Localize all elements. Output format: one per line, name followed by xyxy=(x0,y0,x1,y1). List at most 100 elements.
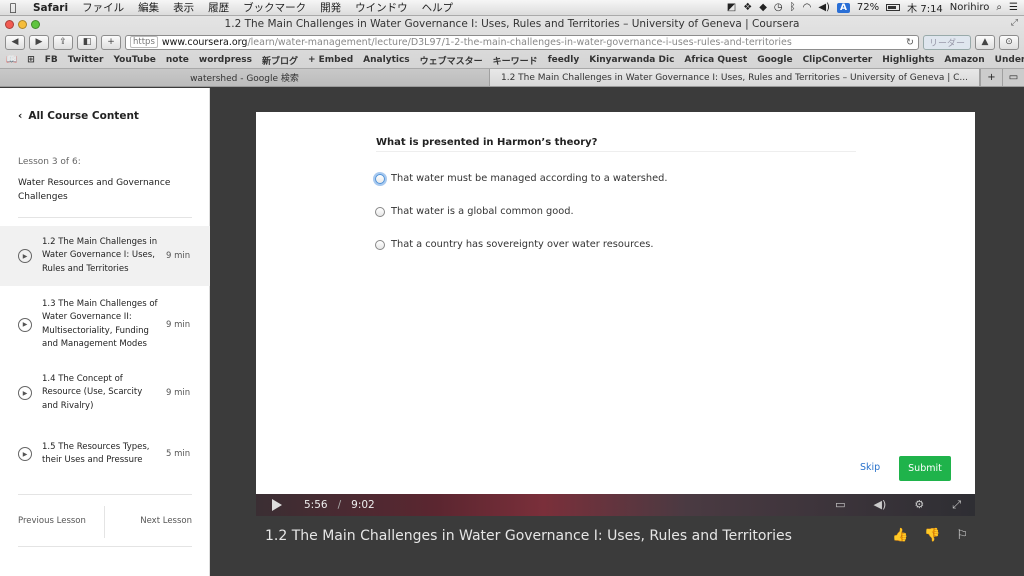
lecture-duration: 9 min xyxy=(166,319,191,330)
flag-icon[interactable]: ⚐ xyxy=(956,528,968,543)
extension-icon[interactable]: ▲ xyxy=(975,34,995,50)
bookmark-item[interactable]: Twitter xyxy=(68,55,104,65)
address-bar[interactable]: https www.coursera.org /learn/water-mana… xyxy=(125,34,919,50)
new-tab-plus-button[interactable]: + xyxy=(980,69,1002,86)
tab-bar: watershed - Google 検索 1.2 The Main Chall… xyxy=(0,68,1024,86)
back-button[interactable]: ◀ xyxy=(5,34,25,50)
captions-icon[interactable]: ▭ xyxy=(835,498,845,512)
dropbox-icon[interactable]: ❖ xyxy=(743,2,752,13)
menu-bookmarks[interactable]: ブックマーク xyxy=(236,0,313,15)
thumbs-up-icon[interactable]: 👍 xyxy=(892,528,908,543)
skip-button[interactable]: Skip xyxy=(860,462,880,473)
lecture-duration: 5 min xyxy=(166,449,191,459)
quiz-option[interactable]: That water is a global common good. xyxy=(375,206,574,217)
share-button[interactable]: ⇪ xyxy=(53,34,73,50)
bookmark-item[interactable]: Africa Quest xyxy=(684,55,747,65)
bookmark-item[interactable]: Analytics xyxy=(363,55,409,65)
spotlight-icon[interactable]: ⌕ xyxy=(996,2,1002,13)
bookmark-item[interactable]: note xyxy=(166,55,189,65)
video-controls: 5:56 / 9:02 ▭ ◀) ⚙ ⤢ xyxy=(256,494,975,516)
lecture-item[interactable]: ▶ 1.3 The Main Challenges of Water Gover… xyxy=(0,286,210,363)
menu-window[interactable]: ウインドウ xyxy=(348,0,415,15)
minimize-window-button[interactable] xyxy=(18,19,27,29)
menu-edit[interactable]: 編集 xyxy=(131,0,166,15)
menu-help[interactable]: ヘルプ xyxy=(415,0,461,15)
divider xyxy=(104,506,105,538)
bookmark-item[interactable]: Google xyxy=(757,55,792,65)
bookmark-item[interactable]: キーワード xyxy=(493,54,538,67)
menu-history[interactable]: 履歴 xyxy=(201,0,236,15)
previous-lesson-link[interactable]: Previous Lesson xyxy=(18,516,86,526)
notification-center-icon[interactable]: ☰ xyxy=(1009,2,1018,13)
bookmark-item[interactable]: 新ブログ xyxy=(262,54,298,67)
fullscreen-icon[interactable]: ⤢ xyxy=(1011,18,1018,28)
reload-icon[interactable]: ↻ xyxy=(906,37,914,48)
lesson-navigation: Previous Lesson Next Lesson xyxy=(0,496,210,546)
lecture-item[interactable]: ▶ 1.2 The Main Challenges in Water Gover… xyxy=(0,226,210,286)
thumbs-down-icon[interactable]: 👎 xyxy=(924,528,940,543)
bookmark-item[interactable]: Amazon xyxy=(944,55,984,65)
play-icon[interactable] xyxy=(272,499,282,511)
quiz-option[interactable]: That water must be managed according to … xyxy=(375,173,667,184)
menu-app[interactable]: Safari xyxy=(26,2,75,14)
next-lesson-link[interactable]: Next Lesson xyxy=(140,516,192,526)
radio-button[interactable] xyxy=(375,206,385,217)
forward-button[interactable]: ▶ xyxy=(29,34,49,50)
bookmark-item[interactable]: ウェブマスター xyxy=(420,54,483,67)
time-machine-icon[interactable]: ◷ xyxy=(774,2,783,13)
menu-file[interactable]: ファイル xyxy=(75,0,131,15)
top-sites-icon[interactable]: ⊞ xyxy=(27,55,35,65)
browser-chrome: 1.2 The Main Challenges in Water Governa… xyxy=(0,16,1024,87)
wifi-icon[interactable]: ◠ xyxy=(803,2,812,13)
lecture-item[interactable]: ▶ 1.5 The Resources Types, their Uses an… xyxy=(0,423,210,485)
menu-develop[interactable]: 開発 xyxy=(313,0,348,15)
radio-button[interactable] xyxy=(375,239,385,250)
radio-button[interactable] xyxy=(375,173,385,184)
lesson-title: Water Resources and Governance Challenge… xyxy=(18,178,171,202)
bookmark-item[interactable]: feedly xyxy=(548,55,580,65)
reader-button[interactable]: リーダー xyxy=(922,34,971,50)
battery-percent[interactable]: 72% xyxy=(857,2,879,13)
bookmark-item[interactable]: + Embed xyxy=(308,55,353,65)
input-source-badge[interactable]: A xyxy=(836,2,850,13)
current-time: 5:56 xyxy=(304,499,328,511)
fullscreen-icon[interactable]: ⤢ xyxy=(952,498,961,512)
zoom-window-button[interactable] xyxy=(31,19,40,29)
tab-overview-icon[interactable]: ▭ xyxy=(1002,69,1024,86)
downloads-icon[interactable]: ⊙ xyxy=(999,34,1019,50)
total-time: 9:02 xyxy=(351,499,375,511)
play-circle-icon: ▶ xyxy=(18,447,32,461)
lecture-item[interactable]: ▶ 1.4 The Concept of Resource (Use, Scar… xyxy=(0,363,210,423)
settings-gear-icon[interactable]: ⚙ xyxy=(914,498,924,512)
url-domain: www.coursera.org xyxy=(161,36,248,48)
tab-coursera[interactable]: 1.2 The Main Challenges in Water Governa… xyxy=(490,69,980,86)
new-tab-button[interactable]: + xyxy=(101,34,121,50)
quiz-option[interactable]: That a country has sovereignty over wate… xyxy=(375,239,654,250)
bookmark-item[interactable]: YouTube xyxy=(113,55,155,65)
clock[interactable]: 木 7:14 xyxy=(907,0,943,15)
bluetooth-icon[interactable]: ᛒ xyxy=(790,2,796,13)
bookmark-item[interactable]: Highlights xyxy=(882,55,934,65)
close-window-button[interactable] xyxy=(5,19,14,29)
bookmark-item[interactable]: ClipConverter xyxy=(803,55,873,65)
tab-watershed[interactable]: watershed - Google 検索 xyxy=(0,69,490,86)
bookmark-item[interactable]: Kinyarwanda Dic xyxy=(589,55,674,65)
quiz-question: What is presented in Harmon’s theory? xyxy=(376,137,598,148)
evernote-icon[interactable]: ◆ xyxy=(759,2,767,13)
history-button[interactable]: ◧ xyxy=(77,34,97,50)
play-circle-icon: ▶ xyxy=(18,317,32,332)
lecture-title: 1.2 The Main Challenges in Water Governa… xyxy=(42,236,158,274)
menu-view[interactable]: 表示 xyxy=(166,0,201,15)
status-app-icon[interactable]: ◩ xyxy=(727,2,736,13)
volume-icon[interactable]: ◀) xyxy=(818,2,830,13)
submit-button[interactable]: Submit xyxy=(899,456,951,481)
bookmark-item[interactable]: FB xyxy=(45,55,58,65)
volume-icon[interactable]: ◀) xyxy=(874,498,887,512)
all-course-content-link[interactable]: ‹ All Course Content xyxy=(18,110,139,122)
bookmark-item[interactable]: Undersky xyxy=(995,55,1024,65)
user-name[interactable]: Norihiro xyxy=(950,2,990,13)
apple-icon[interactable]:  xyxy=(0,1,26,14)
bookmarks-book-icon[interactable]: 📖 xyxy=(6,55,17,65)
battery-icon[interactable] xyxy=(886,4,901,11)
bookmark-item[interactable]: wordpress xyxy=(199,55,252,65)
